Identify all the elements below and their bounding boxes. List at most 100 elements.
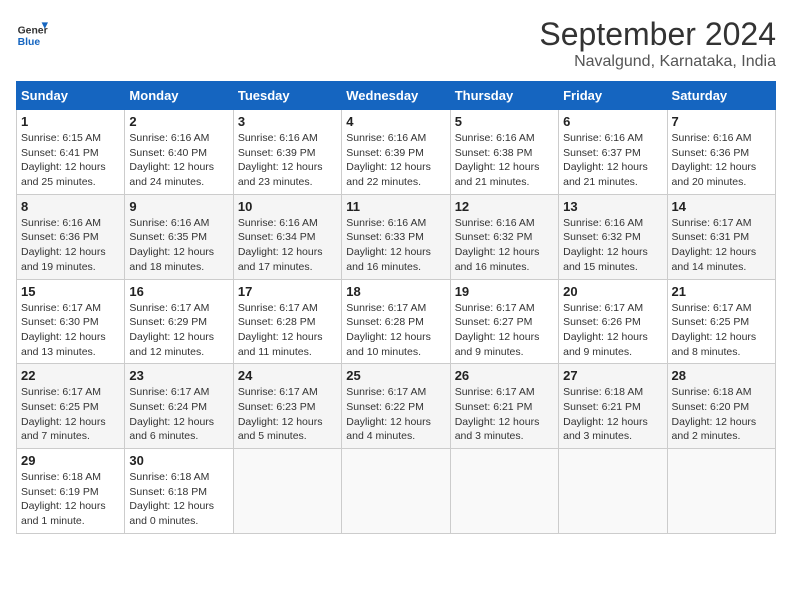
weekday-friday: Friday — [559, 82, 667, 110]
day-number: 9 — [129, 199, 228, 214]
day-number: 8 — [21, 199, 120, 214]
weekday-header-row: SundayMondayTuesdayWednesdayThursdayFrid… — [17, 82, 776, 110]
day-cell: 26Sunrise: 6:17 AM Sunset: 6:21 PM Dayli… — [450, 364, 558, 449]
day-number: 19 — [455, 284, 554, 299]
weekday-tuesday: Tuesday — [233, 82, 341, 110]
day-info: Sunrise: 6:17 AM Sunset: 6:25 PM Dayligh… — [21, 385, 120, 444]
day-cell: 27Sunrise: 6:18 AM Sunset: 6:21 PM Dayli… — [559, 364, 667, 449]
day-info: Sunrise: 6:16 AM Sunset: 6:36 PM Dayligh… — [21, 216, 120, 275]
day-info: Sunrise: 6:16 AM Sunset: 6:38 PM Dayligh… — [455, 131, 554, 190]
week-row-3: 22 Sunrise: 6:17 AM Sunset: 6:25 PM Dayli… — [17, 364, 776, 449]
svg-text:Blue: Blue — [18, 37, 41, 48]
logo: General Blue — [16, 16, 48, 48]
day-info: Sunrise: 6:16 AM Sunset: 6:40 PM Dayligh… — [129, 131, 228, 190]
day-cell: 8 Sunrise: 6:16 AM Sunset: 6:36 PM Daylig… — [17, 194, 125, 279]
day-info: Sunrise: 6:17 AM Sunset: 6:25 PM Dayligh… — [672, 301, 771, 360]
day-number: 7 — [672, 114, 771, 129]
day-cell: 7Sunrise: 6:16 AM Sunset: 6:36 PM Daylig… — [667, 110, 775, 195]
day-number: 25 — [346, 368, 445, 383]
day-cell: 24 Sunrise: 6:17 AM Sunset: 6:23 PM Dayli… — [233, 364, 341, 449]
day-cell — [559, 449, 667, 534]
day-number: 4 — [346, 114, 445, 129]
day-number: 21 — [672, 284, 771, 299]
weekday-sunday: Sunday — [17, 82, 125, 110]
day-cell — [233, 449, 341, 534]
day-cell: 28 Sunrise: 6:18 AM Sunset: 6:20 PM Dayli… — [667, 364, 775, 449]
week-row-0: 1 Sunrise: 6:15 AM Sunset: 6:41 PM Daylig… — [17, 110, 776, 195]
day-number: 17 — [238, 284, 337, 299]
day-cell: 29 Sunrise: 6:18 AM Sunset: 6:19 PM Dayli… — [17, 449, 125, 534]
day-cell: 4 Sunrise: 6:16 AM Sunset: 6:39 PM Daylig… — [342, 110, 450, 195]
day-info: Sunrise: 6:17 AM Sunset: 6:22 PM Dayligh… — [346, 385, 445, 444]
day-cell: 23Sunrise: 6:17 AM Sunset: 6:24 PM Dayli… — [125, 364, 233, 449]
day-info: Sunrise: 6:18 AM Sunset: 6:20 PM Dayligh… — [672, 385, 771, 444]
day-cell: 2 Sunrise: 6:16 AM Sunset: 6:40 PM Daylig… — [125, 110, 233, 195]
day-number: 24 — [238, 368, 337, 383]
day-number: 16 — [129, 284, 228, 299]
day-info: Sunrise: 6:18 AM Sunset: 6:18 PM Dayligh… — [129, 470, 228, 529]
day-number: 18 — [346, 284, 445, 299]
weekday-thursday: Thursday — [450, 82, 558, 110]
day-cell: 22 Sunrise: 6:17 AM Sunset: 6:25 PM Dayli… — [17, 364, 125, 449]
day-info: Sunrise: 6:17 AM Sunset: 6:26 PM Dayligh… — [563, 301, 662, 360]
day-info: Sunrise: 6:16 AM Sunset: 6:33 PM Dayligh… — [346, 216, 445, 275]
day-number: 27 — [563, 368, 662, 383]
day-info: Sunrise: 6:17 AM Sunset: 6:29 PM Dayligh… — [129, 301, 228, 360]
day-info: Sunrise: 6:17 AM Sunset: 6:30 PM Dayligh… — [21, 301, 120, 360]
title-block: September 2024 Navalgund, Karnataka, Ind… — [539, 16, 776, 71]
month-title: September 2024 — [539, 16, 776, 53]
calendar-table: SundayMondayTuesdayWednesdayThursdayFrid… — [16, 81, 776, 534]
day-info: Sunrise: 6:17 AM Sunset: 6:31 PM Dayligh… — [672, 216, 771, 275]
day-cell: 14 Sunrise: 6:17 AM Sunset: 6:31 PM Dayli… — [667, 194, 775, 279]
day-info: Sunrise: 6:16 AM Sunset: 6:35 PM Dayligh… — [129, 216, 228, 275]
day-number: 20 — [563, 284, 662, 299]
day-info: Sunrise: 6:16 AM Sunset: 6:32 PM Dayligh… — [455, 216, 554, 275]
day-cell: 16 Sunrise: 6:17 AM Sunset: 6:29 PM Dayli… — [125, 279, 233, 364]
day-cell: 25 Sunrise: 6:17 AM Sunset: 6:22 PM Dayli… — [342, 364, 450, 449]
week-row-1: 8 Sunrise: 6:16 AM Sunset: 6:36 PM Daylig… — [17, 194, 776, 279]
day-info: Sunrise: 6:16 AM Sunset: 6:32 PM Dayligh… — [563, 216, 662, 275]
day-cell: 15 Sunrise: 6:17 AM Sunset: 6:30 PM Dayli… — [17, 279, 125, 364]
day-number: 23 — [129, 368, 228, 383]
day-info: Sunrise: 6:18 AM Sunset: 6:19 PM Dayligh… — [21, 470, 120, 529]
day-info: Sunrise: 6:17 AM Sunset: 6:23 PM Dayligh… — [238, 385, 337, 444]
day-cell — [450, 449, 558, 534]
day-cell: 20 Sunrise: 6:17 AM Sunset: 6:26 PM Dayli… — [559, 279, 667, 364]
day-info: Sunrise: 6:15 AM Sunset: 6:41 PM Dayligh… — [21, 131, 120, 190]
day-cell: 12 Sunrise: 6:16 AM Sunset: 6:32 PM Dayli… — [450, 194, 558, 279]
day-cell: 18 Sunrise: 6:17 AM Sunset: 6:28 PM Dayli… — [342, 279, 450, 364]
day-cell — [342, 449, 450, 534]
day-cell: 3 Sunrise: 6:16 AM Sunset: 6:39 PM Daylig… — [233, 110, 341, 195]
day-number: 3 — [238, 114, 337, 129]
day-number: 6 — [563, 114, 662, 129]
day-number: 2 — [129, 114, 228, 129]
calendar-body: 1 Sunrise: 6:15 AM Sunset: 6:41 PM Daylig… — [17, 110, 776, 534]
day-number: 15 — [21, 284, 120, 299]
weekday-monday: Monday — [125, 82, 233, 110]
day-info: Sunrise: 6:17 AM Sunset: 6:28 PM Dayligh… — [346, 301, 445, 360]
day-number: 11 — [346, 199, 445, 214]
day-number: 14 — [672, 199, 771, 214]
day-cell — [667, 449, 775, 534]
day-info: Sunrise: 6:17 AM Sunset: 6:28 PM Dayligh… — [238, 301, 337, 360]
day-cell: 9 Sunrise: 6:16 AM Sunset: 6:35 PM Daylig… — [125, 194, 233, 279]
day-number: 28 — [672, 368, 771, 383]
logo-icon: General Blue — [16, 16, 48, 48]
day-number: 30 — [129, 453, 228, 468]
day-cell: 17 Sunrise: 6:17 AM Sunset: 6:28 PM Dayli… — [233, 279, 341, 364]
day-number: 1 — [21, 114, 120, 129]
day-cell: 1 Sunrise: 6:15 AM Sunset: 6:41 PM Daylig… — [17, 110, 125, 195]
day-number: 26 — [455, 368, 554, 383]
day-info: Sunrise: 6:16 AM Sunset: 6:39 PM Dayligh… — [346, 131, 445, 190]
day-number: 10 — [238, 199, 337, 214]
day-info: Sunrise: 6:16 AM Sunset: 6:39 PM Dayligh… — [238, 131, 337, 190]
day-cell: 11 Sunrise: 6:16 AM Sunset: 6:33 PM Dayli… — [342, 194, 450, 279]
page-header: General Blue September 2024 Navalgund, K… — [16, 16, 776, 71]
day-cell: 30 Sunrise: 6:18 AM Sunset: 6:18 PM Dayli… — [125, 449, 233, 534]
week-row-4: 29 Sunrise: 6:18 AM Sunset: 6:19 PM Dayli… — [17, 449, 776, 534]
day-number: 12 — [455, 199, 554, 214]
weekday-wednesday: Wednesday — [342, 82, 450, 110]
day-number: 29 — [21, 453, 120, 468]
location-title: Navalgund, Karnataka, India — [539, 53, 776, 71]
day-number: 22 — [21, 368, 120, 383]
